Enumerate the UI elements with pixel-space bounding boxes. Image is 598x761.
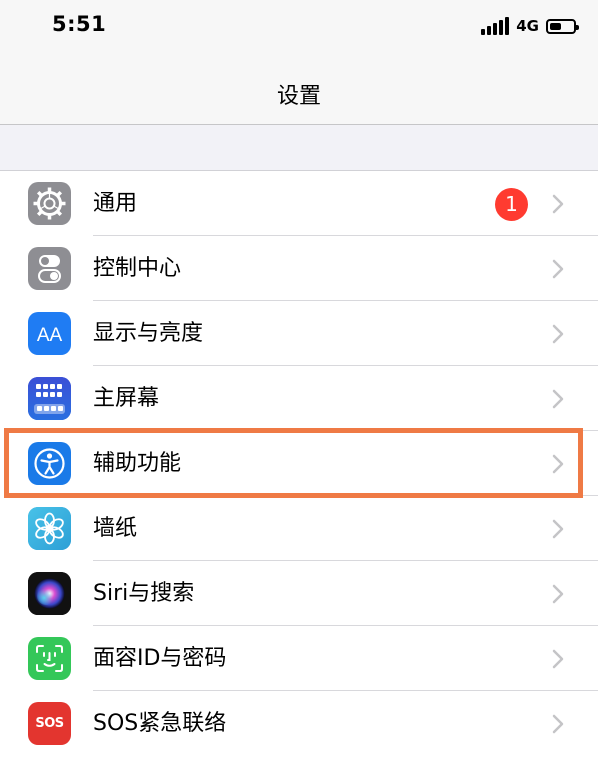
accessibility-person-icon [28,442,71,485]
settings-row-label: SOS紧急联络 [93,711,227,736]
chevron-right-icon [552,454,564,474]
settings-row-label: 面容ID与密码 [93,646,227,671]
settings-row-label: 控制中心 [93,256,182,281]
battery-cap [576,24,579,30]
settings-row-siri-search[interactable]: Siri与搜索 [0,561,598,626]
siri-orb-icon [28,572,71,615]
page-title: 设置 [276,84,321,109]
settings-row-accessibility[interactable]: 辅助功能 [0,431,598,496]
chevron-right-icon [552,194,564,214]
settings-row-display-brightness[interactable]: AA 显示与亮度 [0,301,598,366]
chevron-right-icon [552,389,564,409]
flower-icon [28,507,71,550]
settings-row-label: 主屏幕 [93,386,160,411]
home-screen-grid-icon [28,377,71,420]
svg-text:AA: AA [37,325,63,346]
settings-row-label: 通用 [93,191,138,216]
sos-icon: SOS [28,702,71,745]
battery-fill [550,22,561,30]
chevron-right-icon [552,519,564,539]
chevron-right-icon [552,259,564,279]
notification-badge: 1 [495,188,528,221]
settings-row-label: 辅助功能 [93,451,182,476]
settings-row-wallpaper[interactable]: 墙纸 [0,496,598,561]
settings-row-face-id-passcode[interactable]: 面容ID与密码 [0,626,598,691]
chevron-right-icon [552,649,564,669]
toggle-switches-icon [28,247,71,290]
battery-icon [546,18,579,34]
status-bar: 5:51 4G [0,0,598,56]
network-type: 4G [516,17,539,35]
settings-list: 通用 1 控制中心 AA 显示与亮度 主屏幕 辅助功能 墙纸 Siri与搜索 面… [0,170,598,761]
chevron-right-icon [552,584,564,604]
text-size-aa-icon: AA [28,312,71,355]
settings-row-general[interactable]: 通用 1 [0,171,598,236]
settings-row-home-screen[interactable]: 主屏幕 [0,366,598,431]
settings-row-control-center[interactable]: 控制中心 [0,236,598,301]
settings-row-label: 墙纸 [93,516,138,541]
cellular-signal-icon [481,17,510,35]
sos-icon-text: SOS [35,716,64,731]
status-time: 5:51 [52,12,107,36]
chevron-right-icon [552,714,564,734]
gear-icon [28,182,71,225]
chevron-right-icon [552,324,564,344]
face-id-icon [28,637,71,680]
settings-row-label: 显示与亮度 [93,321,204,346]
navigation-bar: 设置 [0,56,598,125]
settings-row-label: Siri与搜索 [93,581,195,606]
settings-row-emergency-sos[interactable]: SOS SOS紧急联络 [0,691,598,756]
status-indicators: 4G [481,15,579,37]
